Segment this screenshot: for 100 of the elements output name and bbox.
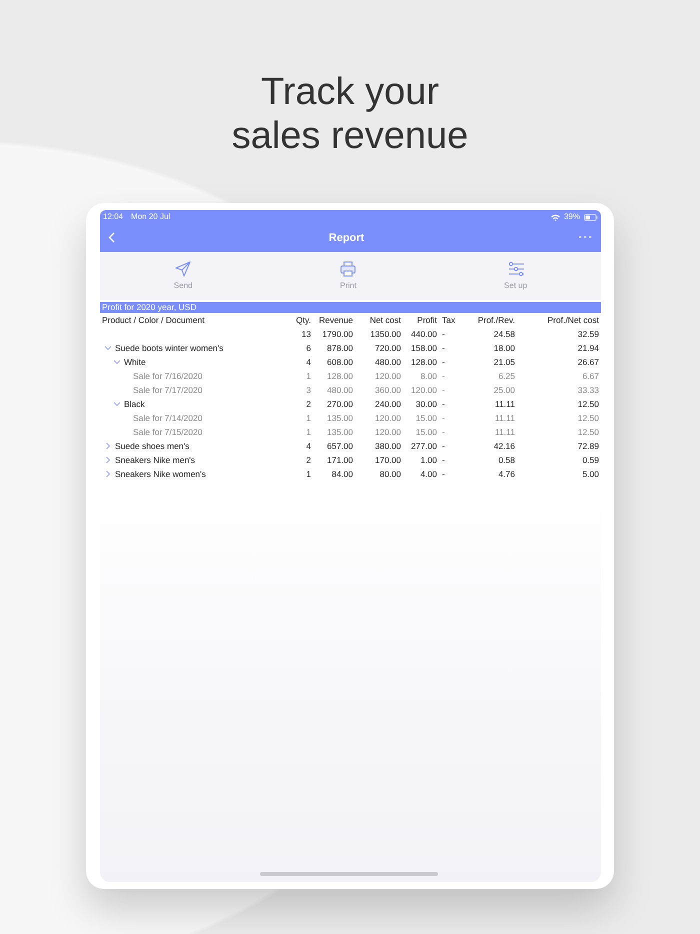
table-cell-text: 15.00 [414,426,437,439]
column-header: Net cost [368,314,401,327]
product-name[interactable]: Suede shoes men's [115,439,190,453]
table-cell-text: 11.11 [494,426,515,439]
column-header: Prof./Net cost [546,314,599,327]
total-cell-text: 13 [300,328,311,341]
table-cell-text: 8.00 [419,370,437,383]
product-name[interactable]: Suede boots winter women's [115,341,224,355]
table-cell-text: 21.94 [576,342,599,355]
status-date: Mon 20 Jul [131,211,170,223]
headline: Track your [260,70,440,114]
document-name: Sale for 7/17/2020 [133,384,202,397]
printer-icon [340,260,356,276]
sliders-icon [508,260,524,276]
table-cell-text: 171.00 [326,454,353,467]
table-cell-text: 120.00 [374,426,401,439]
send-icon [175,260,192,276]
table-cell-text: 25.00 [492,384,515,397]
table-cell-text: 18.00 [492,342,515,355]
table-cell-text: 135.00 [326,426,353,439]
table-cell-text: 128.00 [326,370,353,383]
headline: sales revenue [232,114,468,158]
table-cell-text: 4.76 [497,468,515,481]
table-cell-text: 4 [305,440,311,453]
chevron-down-icon[interactable] [114,401,120,407]
product-name[interactable]: Black [124,397,145,411]
table-cell-text: 120.00 [374,370,401,383]
chevron-down-icon[interactable] [114,359,120,365]
table-cell-text: 480.00 [374,356,401,369]
table-cell-text: 72.89 [576,440,599,453]
column-header: Product / Color / Document [102,314,206,327]
status-time: 12:04 [103,211,124,223]
table-cell-text: 0.58 [497,454,515,467]
table-cell-text: 84.00 [330,468,353,481]
table-cell-text: 135.00 [326,412,353,425]
table-cell-text: 1 [305,468,311,481]
wifi-icon [550,214,560,220]
table-cell-text: 120.00 [410,384,437,397]
table-cell-text: 720.00 [374,342,401,355]
document-name: Sale for 7/15/2020 [133,426,202,439]
column-header: Revenue [318,314,353,327]
document-name: Sale for 7/14/2020 [133,412,202,425]
table-cell-text: 480.00 [326,384,353,397]
chevron-right-icon[interactable] [105,471,111,477]
column-header: Profit [416,314,437,327]
table-cell-text: 2 [305,454,311,467]
table-cell-text: - [441,426,446,439]
table-cell-text: 120.00 [374,412,401,425]
chevron-right-icon[interactable] [105,443,111,449]
table-cell-text: 657.00 [326,440,353,453]
table-cell-text: - [441,370,446,383]
total-cell-text: 1350.00 [369,328,401,341]
table-cell-text: 1 [305,426,311,439]
total-cell-text: - [441,328,446,341]
table-cell-text: 12.50 [576,426,599,439]
table-cell-text: 80.00 [378,468,401,481]
table-cell-text: 26.67 [576,356,599,369]
table-cell-text: 12.50 [576,412,599,425]
chevron-right-icon[interactable] [105,457,111,463]
table-cell-text: - [441,454,446,467]
chevron-down-icon[interactable] [105,345,111,351]
table-cell-text: 240.00 [374,398,401,411]
table-cell-text: 6.67 [581,370,599,383]
table-cell-text: 6.25 [497,370,515,383]
table-cell-text: 3 [305,384,311,397]
product-name[interactable]: White [124,355,146,369]
table-cell-text: 4 [305,356,311,369]
table-cell-text: 42.16 [492,440,515,453]
table-cell-text: - [441,342,446,355]
table-cell-text: 608.00 [326,356,353,369]
table-cell-text: 1 [305,370,311,383]
product-name[interactable]: Sneakers Nike men's [115,453,196,467]
table-cell-text: 158.00 [410,342,437,355]
table-cell-text: 1 [305,412,311,425]
report-title: Profit for 2020 year, USD [100,302,601,313]
table-cell-text: - [441,398,446,411]
total-cell-text: 1790.00 [321,328,353,341]
screen-title: Report [328,230,364,246]
table-cell-text: - [441,440,446,453]
battery-icon [584,214,598,220]
table-cell-text: 11.11 [494,398,515,411]
table-cell-text: 128.00 [410,356,437,369]
table-cell-text: 1.00 [419,454,437,467]
table-cell-text: 12.50 [576,398,599,411]
document-name: Sale for 7/16/2020 [133,370,202,383]
table-cell-text: 6 [305,342,311,355]
table-cell-text: 30.00 [414,398,437,411]
column-header: Qty. [295,314,311,327]
table-cell-text: 21.05 [492,356,515,369]
total-cell-text: 440.00 [410,328,437,341]
table-cell-text: 170.00 [374,454,401,467]
product-name[interactable]: Sneakers Nike women's [115,467,206,481]
table-cell-text: 270.00 [326,398,353,411]
table-cell-text: - [441,356,446,369]
table-cell-text: 277.00 [410,440,437,453]
table-cell-text: 11.11 [494,412,515,425]
table-cell-text: 878.00 [326,342,353,355]
table-cell-text: 33.33 [576,384,599,397]
total-cell-text: 32.59 [576,328,599,341]
table-cell-text: 380.00 [374,440,401,453]
